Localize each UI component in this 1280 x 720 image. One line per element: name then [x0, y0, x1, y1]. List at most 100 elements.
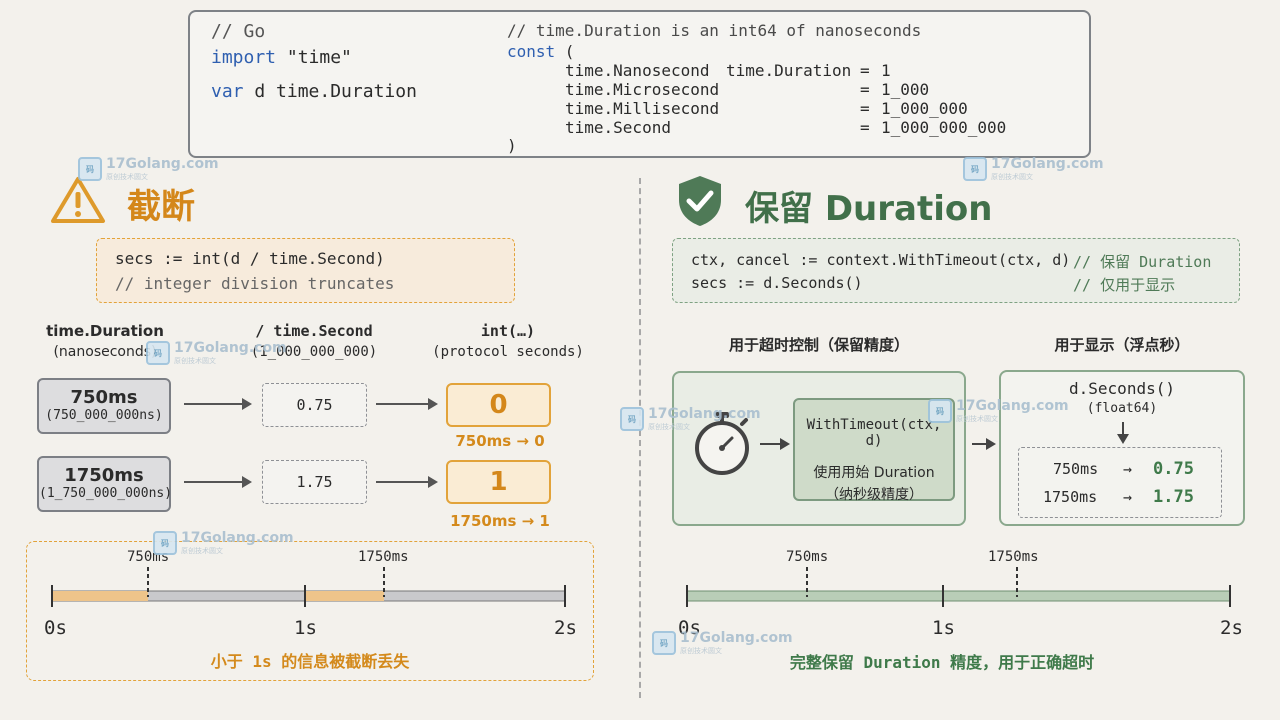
code-duration-comment: // time.Duration is an int64 of nanoseco… [507, 21, 922, 40]
shield-check-icon [676, 174, 724, 232]
snippet-code-1: ctx, cancel := context.WithTimeout(ctx, … [691, 251, 1071, 269]
col-sub-int: (protocol seconds) [432, 344, 584, 360]
watermark-logo-icon: 码 [652, 631, 676, 655]
right-title: 保留 Duration [745, 189, 993, 229]
tick-label-2s: 2s [554, 617, 577, 639]
retain-snippet: ctx, cancel := context.WithTimeout(ctx, … [672, 238, 1240, 303]
const-keyword: const [507, 42, 556, 61]
watermark-logo-icon: 码 [928, 399, 952, 423]
col-head-int: int(…) [480, 322, 536, 340]
const-name: time.Millisecond [565, 99, 720, 118]
duration-ms: 1750ms [64, 465, 144, 486]
const-value: 1_000 [881, 80, 930, 99]
snippet-comment-1: // 保留 Duration [1073, 253, 1212, 271]
const-name: time.Second [565, 118, 671, 137]
const-type: time.Duration [726, 61, 852, 80]
conv-arrow-1: → [1123, 460, 1133, 478]
mark-label-750: 750ms [786, 549, 829, 565]
display-heading: 用于显示（浮点秒） [1054, 336, 1190, 354]
result-box-0: 0 [446, 383, 551, 427]
watermark-text: 17Golang.com 原创技术圆文 [956, 398, 1069, 424]
watermark: 码 17Golang.com 原创技术圆文 [78, 156, 219, 182]
watermark-subtitle: 原创技术圆文 [174, 357, 216, 365]
watermark-title: 17Golang.com [181, 530, 294, 546]
watermark: 码 17Golang.com 原创技术圆文 [652, 630, 793, 656]
result-box-1: 1 [446, 460, 551, 504]
arrow-right-icon [182, 396, 254, 416]
timeline-track-full [686, 590, 1231, 602]
watermark: 码 17Golang.com 原创技术圆文 [963, 156, 1104, 182]
const-value: 1_000_000 [881, 99, 968, 118]
import-path: "time" [286, 47, 352, 68]
watermark-subtitle: 原创技术圆文 [106, 173, 148, 181]
const-eq: = [860, 80, 870, 99]
duration-box-1750: 1750ms (1_750_000_000ns) [37, 456, 173, 512]
snippet-code-2: secs := d.Seconds() [691, 274, 863, 292]
watermark-text: 17Golang.com 原创技术圆文 [181, 530, 294, 556]
left-title: 截断 [127, 187, 195, 227]
tick-label-1s: 1s [932, 617, 955, 639]
conv-to-0.75: 0.75 [1153, 459, 1194, 479]
watermark-title: 17Golang.com [106, 156, 219, 172]
const-eq: = [860, 118, 870, 137]
code-panel: // Go import "time" var d time.Duration … [188, 10, 1091, 158]
conv-from-750: 750ms [1053, 460, 1099, 478]
left-caption: 小于 1s 的信息被截断丢失 [210, 652, 410, 671]
center-divider [639, 178, 641, 698]
tick-label-0s: 0s [44, 617, 67, 639]
watermark-logo-icon: 码 [153, 531, 177, 555]
const-eq: = [860, 61, 870, 80]
duration-ns: (1_750_000_000ns) [39, 486, 173, 501]
truncated-segment-1 [52, 591, 148, 601]
watermark-title: 17Golang.com [174, 340, 287, 356]
watermark: 码 17Golang.com 原创技术圆文 [620, 406, 761, 432]
watermark-logo-icon: 码 [963, 157, 987, 181]
watermark-logo-icon: 码 [146, 341, 170, 365]
result-note-1750: 1750ms → 1 [450, 512, 550, 530]
conv-from-1750: 1750ms [1043, 488, 1098, 506]
watermark-text: 17Golang.com 原创技术圆文 [106, 156, 219, 182]
snippet-line-1: secs := int(d / time.Second) [115, 249, 385, 268]
const-eq: = [860, 99, 870, 118]
duration-ms: 750ms [70, 387, 138, 408]
watermark-text: 17Golang.com 原创技术圆文 [648, 406, 761, 432]
result-note-750: 750ms → 0 [455, 432, 545, 450]
duration-box-750: 750ms (750_000_000ns) [37, 378, 171, 434]
division-box-1.75: 1.75 [262, 460, 367, 504]
conversion-list: 750ms → 0.75 1750ms → 1.75 [1018, 447, 1222, 518]
seconds-func: d.Seconds() [1069, 379, 1175, 398]
watermark-title: 17Golang.com [991, 156, 1104, 172]
watermark-logo-icon: 码 [78, 157, 102, 181]
snippet-comment-2: // 仅用于显示 [1073, 276, 1176, 294]
watermark-title: 17Golang.com [956, 398, 1069, 414]
const-value: 1 [881, 61, 891, 80]
watermark-subtitle: 原创技术圆文 [181, 547, 223, 555]
watermark-title: 17Golang.com [648, 406, 761, 422]
watermark-text: 17Golang.com 原创技术圆文 [991, 156, 1104, 182]
watermark-subtitle: 原创技术圆文 [680, 647, 722, 655]
division-box-0.75: 0.75 [262, 383, 367, 427]
tick-label-1s: 1s [294, 617, 317, 639]
watermark-text: 17Golang.com 原创技术圆文 [680, 630, 793, 656]
warning-icon [50, 175, 106, 229]
watermark: 码 17Golang.com 原创技术圆文 [146, 340, 287, 366]
arrow-right-icon [374, 474, 440, 494]
withtimeout-desc: 使用用始 Duration [813, 465, 935, 481]
tick-label-2s: 2s [1220, 617, 1243, 639]
code-const-open: const ( [507, 42, 575, 61]
truncated-segment-2 [305, 591, 384, 601]
watermark-logo-icon: 码 [620, 407, 644, 431]
const-value: 1_000_000_000 [881, 118, 1007, 137]
left-timeline [51, 567, 566, 607]
watermark: 码 17Golang.com 原创技术圆文 [928, 398, 1069, 424]
watermark-text: 17Golang.com 原创技术圆文 [174, 340, 287, 366]
mark-label-1750: 1750ms [358, 549, 409, 565]
arrow-right-icon [970, 436, 998, 456]
mark-label-1750: 1750ms [988, 549, 1039, 565]
arrow-down-icon [1115, 420, 1131, 450]
arrow-right-icon [182, 474, 254, 494]
duration-ns: (750_000_000ns) [45, 408, 163, 423]
var-keyword: var [211, 81, 244, 102]
watermark-title: 17Golang.com [680, 630, 793, 646]
conv-arrow-2: → [1123, 488, 1133, 506]
